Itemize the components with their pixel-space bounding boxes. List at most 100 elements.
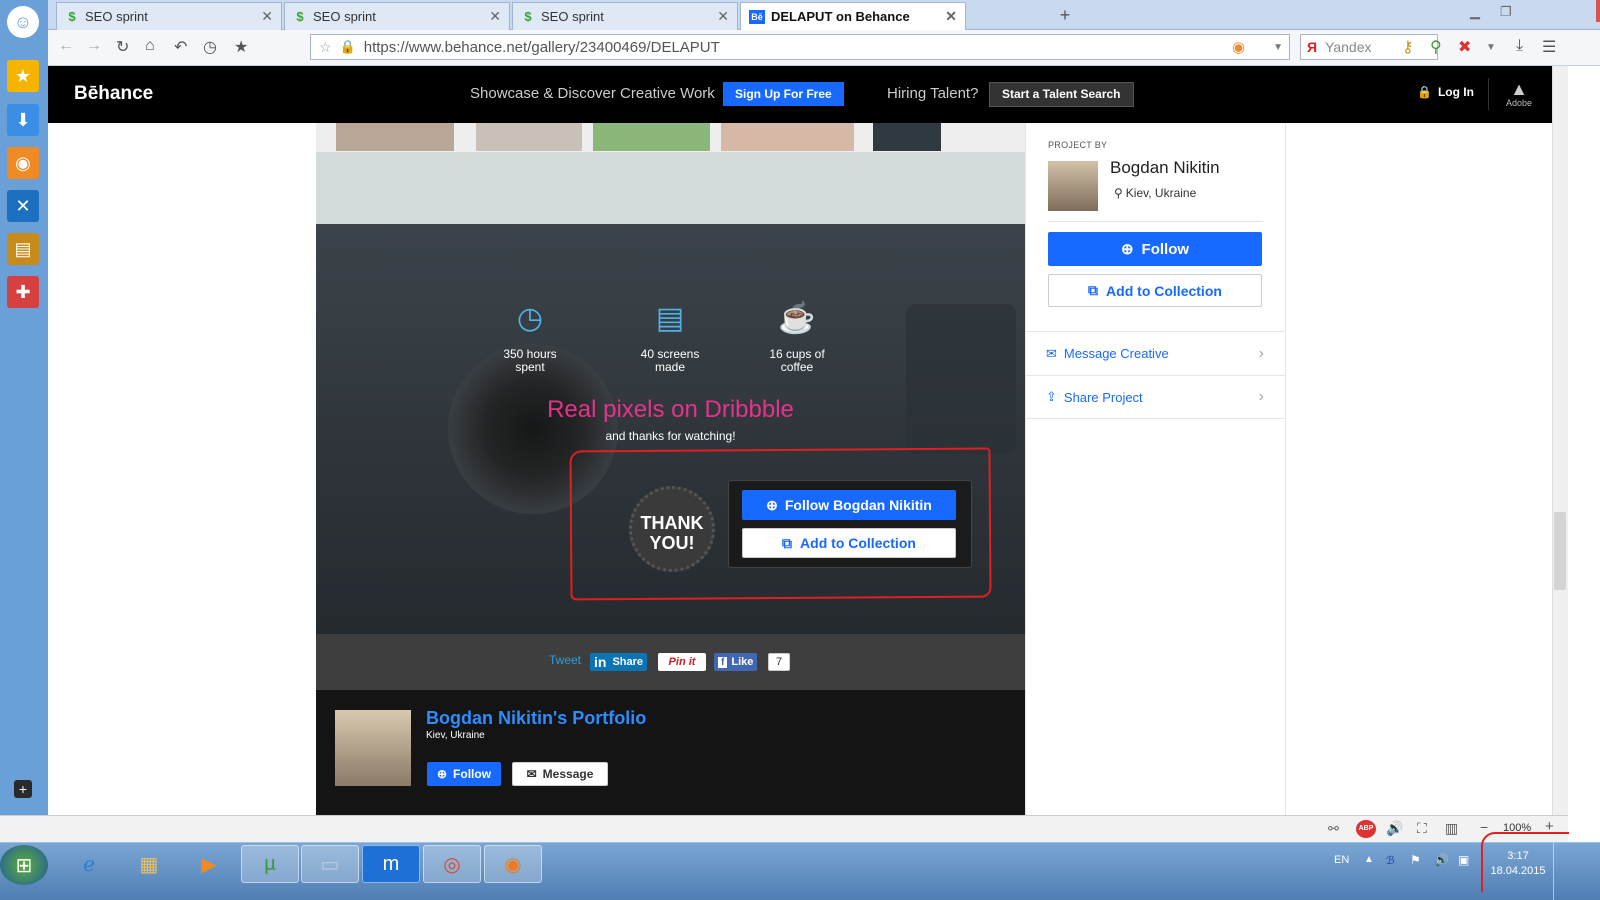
fullscreen-icon[interactable]: ⛶: [1417, 820, 1427, 837]
avatar[interactable]: [335, 710, 411, 786]
browser-side-panel: ☺ ★ ⬇ ◉ ✕ ▤ ✚ + ⚙: [0, 0, 48, 842]
location-pin-icon: ⚲: [1114, 186, 1123, 200]
close-icon[interactable]: ✕: [945, 8, 957, 25]
language-indicator[interactable]: EN: [1334, 854, 1349, 866]
close-icon[interactable]: ✕: [489, 8, 501, 25]
search-input[interactable]: Я Yandex: [1300, 34, 1438, 60]
tab-label: SEO sprint: [85, 9, 148, 24]
adblock-icon[interactable]: ✖: [1458, 37, 1471, 57]
talent-search-button[interactable]: Start a Talent Search: [989, 82, 1134, 107]
tools-icon[interactable]: ✕: [7, 190, 39, 222]
minimize-icon[interactable]: ▁: [1470, 4, 1480, 20]
back-icon[interactable]: ←: [58, 37, 74, 55]
scrollbar-thumb[interactable]: [1554, 512, 1566, 590]
extension-icon[interactable]: ⚲: [1430, 37, 1442, 57]
firefox-icon[interactable]: ◉: [484, 845, 542, 883]
home-icon[interactable]: ⌂: [145, 37, 155, 55]
facebook-like-button[interactable]: f Like: [714, 653, 758, 671]
downloads-icon[interactable]: ⤓: [1516, 37, 1523, 55]
rss-icon[interactable]: ◉: [1232, 38, 1245, 56]
chrome-icon[interactable]: ◎: [423, 845, 481, 883]
behance-header: Bēhance Showcase & Discover Creative Wor…: [48, 66, 1568, 123]
start-button[interactable]: ⊞: [0, 845, 48, 885]
linkedin-share-button[interactable]: in Share: [590, 653, 648, 671]
tab-seo-sprint-2[interactable]: $ SEO sprint ✕: [284, 2, 510, 30]
window-close-button[interactable]: ✕: [1596, 0, 1600, 22]
undo-icon[interactable]: ↶: [174, 37, 187, 57]
sign-up-button[interactable]: Sign Up For Free: [723, 82, 844, 106]
zoom-out-button[interactable]: −: [1480, 819, 1488, 835]
tray-app-icon[interactable]: ℬ: [1386, 854, 1395, 867]
sidebar-follow-button[interactable]: ⊕ Follow: [1048, 232, 1262, 266]
close-icon[interactable]: ✕: [717, 8, 729, 25]
stat-screens: ▤ 40 screens made: [625, 298, 715, 374]
restore-icon[interactable]: ❐: [1500, 4, 1512, 20]
tab-label: SEO sprint: [541, 9, 604, 24]
menu-icon[interactable]: ☰: [1542, 37, 1556, 57]
project-image: [721, 123, 854, 151]
internet-explorer-icon[interactable]: ℯ: [60, 845, 118, 883]
clock-icon: ◷: [516, 301, 544, 335]
tab-delaput-behance[interactable]: Bē DELAPUT on Behance ✕: [740, 2, 966, 30]
share-project-link[interactable]: ⇪ Share Project ›: [1026, 375, 1286, 419]
show-hidden-icons-icon[interactable]: ▲: [1364, 854, 1374, 865]
adblock-icon[interactable]: ABP: [1356, 820, 1376, 838]
behance-logo[interactable]: Bēhance: [74, 83, 153, 105]
chevron-down-icon[interactable]: ▼: [1486, 42, 1496, 53]
key-icon[interactable]: ⚷: [1402, 37, 1414, 57]
address-bar[interactable]: ☆ 🔒 https://www.behance.net/gallery/2340…: [310, 34, 1290, 60]
stat-unit: coffee: [780, 360, 814, 374]
bookmark-star-icon[interactable]: ☆: [319, 39, 332, 56]
portfolio-message-button[interactable]: ✉ Message: [512, 762, 608, 786]
button-label: Follow: [453, 767, 492, 781]
gamepad-icon[interactable]: ✚: [7, 276, 39, 308]
rss-icon[interactable]: ◉: [7, 147, 39, 179]
maxthon-icon[interactable]: m: [362, 845, 420, 883]
portfolio-name-link[interactable]: Bogdan Nikitin's Portfolio: [426, 708, 646, 729]
avatar[interactable]: [1048, 161, 1098, 211]
adobe-label: Adobe: [1505, 98, 1533, 108]
star-icon[interactable]: ★: [7, 60, 39, 92]
behance-favicon-icon: Bē: [749, 9, 765, 24]
download-icon[interactable]: ⬇: [7, 104, 39, 136]
speed-icon[interactable]: ⚯: [1328, 821, 1339, 837]
add-panel-icon[interactable]: +: [14, 780, 32, 798]
link-label: Share Project: [1063, 389, 1143, 405]
forward-icon[interactable]: →: [86, 37, 102, 55]
facebook-like-count: 7: [768, 653, 790, 671]
notes-icon[interactable]: ▤: [7, 233, 39, 265]
tab-seo-sprint-3[interactable]: $ SEO sprint ✕: [512, 2, 738, 30]
message-creative-link[interactable]: ✉ Message Creative ›: [1026, 331, 1286, 375]
login-link[interactable]: 🔒 Log In: [1417, 85, 1474, 99]
network-error-icon[interactable]: ⚑: [1410, 853, 1421, 867]
adobe-link[interactable]: ▲ Adobe: [1504, 80, 1534, 108]
history-icon[interactable]: ◷: [203, 37, 217, 57]
reload-icon[interactable]: ↻: [116, 37, 129, 57]
file-explorer-icon[interactable]: ▦: [120, 845, 178, 883]
smile-icon[interactable]: ☺: [7, 6, 39, 38]
project-image: [336, 123, 454, 151]
tweet-button[interactable]: Tweet: [545, 651, 585, 669]
utorrent-icon[interactable]: µ: [241, 845, 299, 883]
tab-seo-sprint-1[interactable]: $ SEO sprint ✕: [56, 2, 282, 30]
sidebar-add-to-collection-button[interactable]: ⧉ Add to Collection: [1048, 274, 1262, 307]
chevron-down-icon[interactable]: ▼: [1273, 42, 1283, 53]
stat-hours: ◷ 350 hours spent: [485, 298, 575, 374]
volume-icon[interactable]: 🔊: [1386, 820, 1403, 837]
yandex-icon: Я: [1307, 39, 1318, 55]
page-scrollbar[interactable]: [1552, 66, 1568, 815]
pinterest-button[interactable]: Pin it: [658, 653, 706, 671]
chevron-right-icon: ›: [1258, 344, 1264, 362]
close-icon[interactable]: ✕: [261, 8, 273, 25]
envelope-icon: ✉: [1046, 345, 1057, 361]
media-player-icon[interactable]: ▶: [180, 845, 238, 883]
network-icon[interactable]: ▣: [1458, 853, 1469, 867]
creator-name-link[interactable]: Bogdan Nikitin: [1110, 158, 1220, 178]
location-label: Kiev, Ukraine: [1125, 186, 1197, 200]
notepad-icon[interactable]: ▭: [301, 845, 359, 883]
volume-icon[interactable]: 🔊: [1434, 853, 1449, 867]
split-view-icon[interactable]: ▥: [1445, 820, 1458, 837]
portfolio-follow-button[interactable]: ⊕ Follow: [427, 762, 501, 786]
bookmarks-star-icon[interactable]: ★: [234, 37, 248, 57]
new-tab-button[interactable]: +: [1053, 2, 1077, 28]
